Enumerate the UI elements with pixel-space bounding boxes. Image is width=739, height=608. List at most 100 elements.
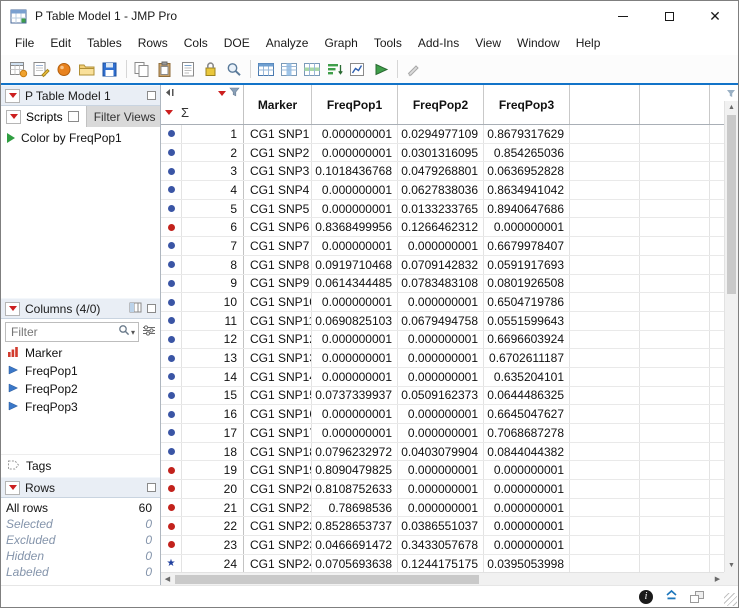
cell-freqpop2[interactable]: 0.0294977109 xyxy=(398,125,484,143)
cell-freqpop2[interactable]: 0.000000001 xyxy=(398,293,484,311)
cell-empty[interactable] xyxy=(710,293,724,311)
cell-freqpop3[interactable]: 0.6504719786 xyxy=(484,293,570,311)
row-number[interactable]: 20 xyxy=(182,480,244,498)
cell-freqpop3[interactable]: 0.6702611187 xyxy=(484,349,570,367)
cell-empty[interactable] xyxy=(710,480,724,498)
cell-freqpop1[interactable]: 0.0919710468 xyxy=(312,256,398,274)
cell-freqpop1[interactable]: 0.78698536 xyxy=(312,499,398,517)
cell-empty[interactable] xyxy=(710,218,724,236)
cell-freqpop2[interactable]: 0.0627838036 xyxy=(398,181,484,199)
tags-row[interactable]: Tags xyxy=(1,454,160,477)
menu-view[interactable]: View xyxy=(467,32,509,54)
column-header-freqpop2[interactable]: FreqPop2 xyxy=(398,85,484,124)
row-state-cell[interactable] xyxy=(161,275,182,293)
cell-marker[interactable]: CG1 SNP15 xyxy=(244,387,312,405)
table-row[interactable]: 20CG1 SNP200.81087526330.0000000010.0000… xyxy=(161,480,724,499)
cell-freqpop3[interactable]: 0.8940647686 xyxy=(484,200,570,218)
menu-tables[interactable]: Tables xyxy=(79,32,130,54)
row-number[interactable]: 13 xyxy=(182,349,244,367)
cell-empty[interactable] xyxy=(570,368,640,386)
info-icon[interactable]: i xyxy=(639,590,653,604)
open-file-icon[interactable] xyxy=(76,58,99,81)
cell-empty[interactable] xyxy=(710,331,724,349)
filter-settings-icon[interactable] xyxy=(142,323,156,341)
row-number[interactable]: 23 xyxy=(182,536,244,554)
cell-empty[interactable] xyxy=(570,349,640,367)
row-state-cell[interactable] xyxy=(161,443,182,461)
panel-box-icon[interactable] xyxy=(147,91,156,100)
cell-empty[interactable] xyxy=(640,443,710,461)
cell-empty[interactable] xyxy=(570,480,640,498)
cell-marker[interactable]: CG1 SNP23 xyxy=(244,536,312,554)
row-number[interactable]: 14 xyxy=(182,368,244,386)
row-number[interactable]: 5 xyxy=(182,200,244,218)
summary-icon[interactable] xyxy=(347,58,370,81)
table-row[interactable]: 8CG1 SNP80.09197104680.07091428320.05919… xyxy=(161,256,724,275)
rows-stat-labeled[interactable]: Labeled0 xyxy=(1,564,160,580)
cell-empty[interactable] xyxy=(640,312,710,330)
cell-empty[interactable] xyxy=(570,312,640,330)
row-state-cell[interactable] xyxy=(161,237,182,255)
cell-freqpop3[interactable]: 0.0395053998 xyxy=(484,555,570,572)
cell-freqpop3[interactable]: 0.000000001 xyxy=(484,536,570,554)
cell-freqpop1[interactable]: 0.000000001 xyxy=(312,293,398,311)
home-icon[interactable] xyxy=(53,58,76,81)
row-state-cell[interactable] xyxy=(161,256,182,274)
row-number[interactable]: 11 xyxy=(182,312,244,330)
cell-freqpop3[interactable]: 0.0801926508 xyxy=(484,275,570,293)
cell-freqpop2[interactable]: 0.0709142832 xyxy=(398,256,484,274)
table-row[interactable]: 6CG1 SNP60.83684999560.12664623120.00000… xyxy=(161,218,724,237)
table-row[interactable]: 15CG1 SNP150.07373399370.05091623730.064… xyxy=(161,387,724,406)
cell-empty[interactable] xyxy=(640,349,710,367)
row-state-cell[interactable] xyxy=(161,536,182,554)
cell-freqpop3[interactable]: 0.0644486325 xyxy=(484,387,570,405)
cell-freqpop1[interactable]: 0.0737339937 xyxy=(312,387,398,405)
maximize-button[interactable] xyxy=(646,1,692,31)
cell-freqpop1[interactable]: 0.000000001 xyxy=(312,200,398,218)
cell-freqpop2[interactable]: 0.0509162373 xyxy=(398,387,484,405)
scroll-up-icon[interactable]: ▲ xyxy=(725,101,738,114)
column-header-empty[interactable] xyxy=(570,85,640,124)
cell-empty[interactable] xyxy=(570,536,640,554)
cell-empty[interactable] xyxy=(570,387,640,405)
scroll-left-icon[interactable]: ◀ xyxy=(161,575,174,583)
cell-empty[interactable] xyxy=(570,162,640,180)
cell-freqpop2[interactable]: 0.000000001 xyxy=(398,237,484,255)
column-item-freqpop3[interactable]: FreqPop3 xyxy=(1,398,160,416)
cell-freqpop1[interactable]: 0.000000001 xyxy=(312,181,398,199)
paste-icon[interactable] xyxy=(154,58,177,81)
script-item-color-by-freqpop1[interactable]: Color by FreqPop1 xyxy=(1,127,160,149)
cell-empty[interactable] xyxy=(640,368,710,386)
scroll-to-top-icon[interactable] xyxy=(665,588,678,606)
table-row[interactable]: 16CG1 SNP160.0000000010.0000000010.66450… xyxy=(161,405,724,424)
cell-freqpop1[interactable]: 0.000000001 xyxy=(312,144,398,162)
annotate-icon[interactable] xyxy=(402,58,425,81)
minimize-button[interactable] xyxy=(600,1,646,31)
cell-marker[interactable]: CG1 SNP9 xyxy=(244,275,312,293)
cell-freqpop1[interactable]: 0.8090479825 xyxy=(312,461,398,479)
cell-marker[interactable]: CG1 SNP5 xyxy=(244,200,312,218)
row-state-cell[interactable] xyxy=(161,312,182,330)
search-icon[interactable] xyxy=(223,58,246,81)
menu-window[interactable]: Window xyxy=(509,32,568,54)
cell-freqpop2[interactable]: 0.0679494758 xyxy=(398,312,484,330)
cell-marker[interactable]: CG1 SNP1 xyxy=(244,125,312,143)
cell-empty[interactable] xyxy=(640,256,710,274)
cell-empty[interactable] xyxy=(710,181,724,199)
cell-freqpop1[interactable]: 0.8108752633 xyxy=(312,480,398,498)
row-state-cell[interactable] xyxy=(161,331,182,349)
cell-empty[interactable] xyxy=(710,312,724,330)
cell-empty[interactable] xyxy=(710,368,724,386)
table-row[interactable]: 11CG1 SNP110.06908251030.06794947580.055… xyxy=(161,312,724,331)
cell-empty[interactable] xyxy=(570,517,640,535)
menu-graph[interactable]: Graph xyxy=(316,32,365,54)
cell-freqpop1[interactable]: 0.0614344485 xyxy=(312,275,398,293)
rows-stat-excluded[interactable]: Excluded0 xyxy=(1,532,160,548)
cell-freqpop3[interactable]: 0.000000001 xyxy=(484,461,570,479)
cell-empty[interactable] xyxy=(640,536,710,554)
scripts-checkbox[interactable] xyxy=(68,111,79,122)
table-row[interactable]: 9CG1 SNP90.06143444850.07834831080.08019… xyxy=(161,275,724,294)
row-number[interactable]: 1 xyxy=(182,125,244,143)
column-header-freqpop1[interactable]: FreqPop1 xyxy=(312,85,398,124)
horizontal-scroll-thumb[interactable] xyxy=(175,575,479,584)
